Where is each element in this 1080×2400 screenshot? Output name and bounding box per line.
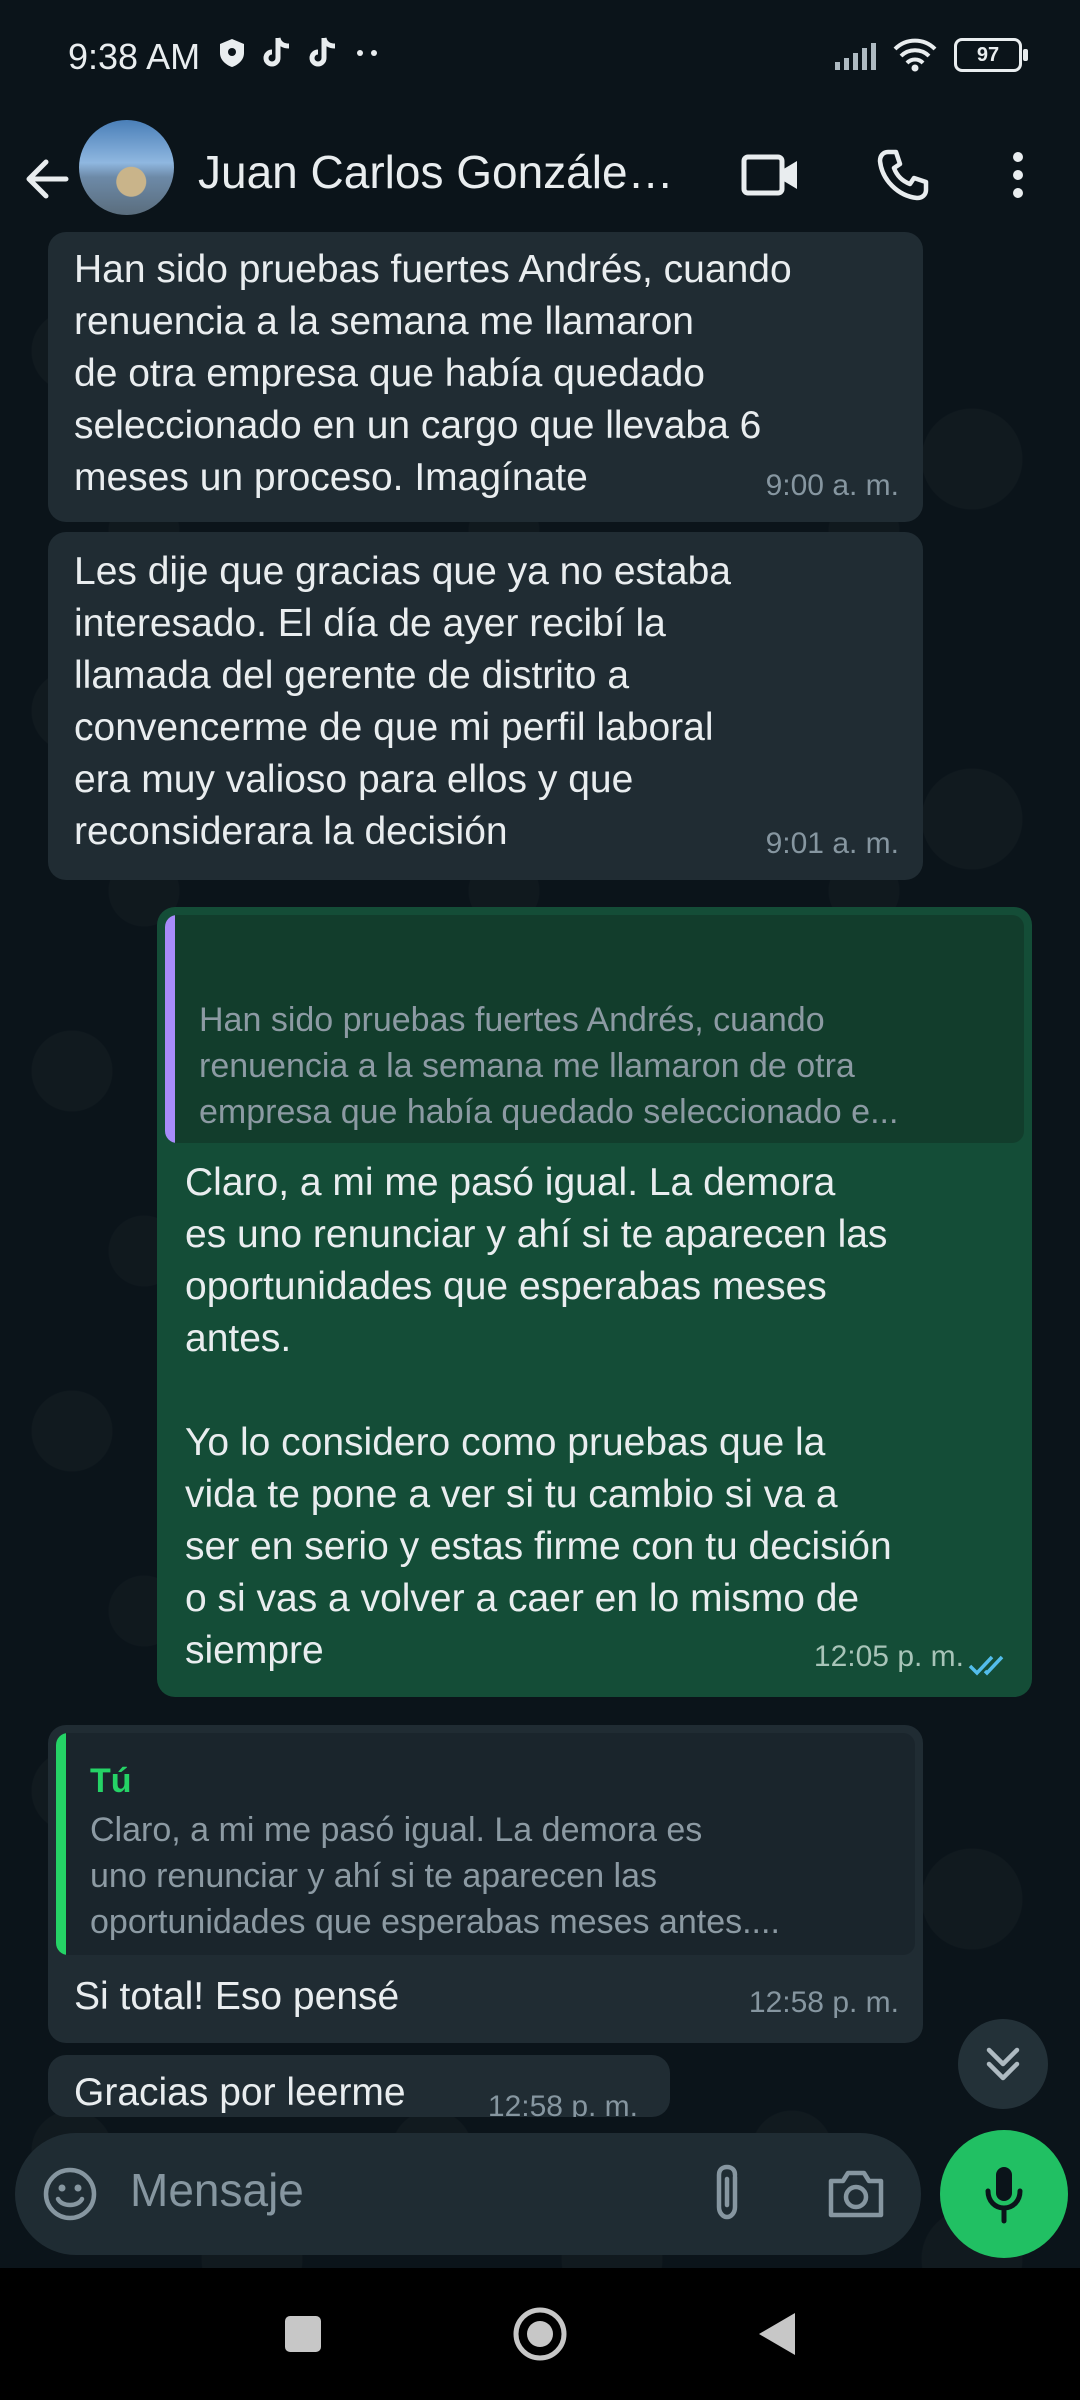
status-bar: 9:38 AM 97: [0, 0, 1080, 118]
more-options-button[interactable]: [983, 140, 1053, 210]
avatar[interactable]: [79, 120, 174, 215]
message-time: 12:58 p. m.: [487, 2090, 638, 2117]
battery-icon: 97: [954, 38, 1028, 72]
message-bubble-incoming[interactable]: Gracias por leerme 12:58 p. m.: [48, 2055, 670, 2117]
tiktok-icon: [309, 37, 336, 67]
wifi-icon: [893, 38, 937, 72]
message-bubble-incoming[interactable]: Les dije que gracias que ya no estaba in…: [48, 532, 923, 880]
quoted-message[interactable]: Han sido pruebas fuertes Andrés, cuando …: [165, 915, 1024, 1143]
notification-icons: [218, 36, 382, 70]
double-chevron-down-icon: [986, 2047, 1020, 2081]
quoted-text: Claro, a mi me pasó igual. La demora es …: [90, 1811, 780, 1941]
shield-icon: [220, 39, 244, 67]
contact-name[interactable]: Juan Carlos Gonzále…: [198, 145, 698, 199]
back-arrow-icon: [26, 159, 69, 199]
read-receipt-icon: [968, 1655, 1004, 1676]
home-button[interactable]: [480, 2268, 600, 2400]
message-input-bar[interactable]: Mensaje: [15, 2133, 921, 2255]
back-triangle-icon: [759, 2313, 795, 2355]
attach-icon[interactable]: [705, 2163, 749, 2225]
message-bubble-incoming[interactable]: Tú Claro, a mi me pasó igual. La demora …: [48, 1725, 923, 2043]
message-text: Claro, a mi me pasó igual. La demora es …: [185, 1161, 892, 1672]
more-vert-icon: [1013, 152, 1023, 198]
system-indicators: 97: [835, 38, 1028, 72]
more-dots-icon: [357, 50, 377, 56]
message-bubble-outgoing[interactable]: Han sido pruebas fuertes Andrés, cuando …: [157, 907, 1032, 1697]
video-call-icon: [741, 154, 797, 196]
recents-button[interactable]: [243, 2268, 363, 2400]
message-time: 9:01 a. m.: [765, 827, 899, 860]
message-time: 9:00 a. m.: [765, 469, 899, 502]
quote-author: Tú: [90, 1762, 132, 1800]
mic-icon: [985, 2167, 1023, 2224]
quote-accent-bar: [165, 915, 175, 1143]
message-time: 12:58 p. m.: [748, 1986, 899, 2019]
message-bubble-incoming[interactable]: Han sido pruebas fuertes Andrés, cuando …: [48, 232, 923, 522]
scroll-to-bottom-button[interactable]: [958, 2019, 1048, 2109]
message-text: Si total! Eso pensé: [74, 1975, 400, 2018]
message-input[interactable]: Mensaje: [130, 2163, 304, 2217]
message-text: Gracias por leerme: [74, 2071, 406, 2114]
message-time: 12:05 p. m.: [813, 1640, 964, 1673]
back-button[interactable]: [16, 148, 78, 210]
camera-icon[interactable]: [827, 2167, 885, 2219]
voice-call-button[interactable]: [868, 140, 938, 210]
phone-call-icon: [877, 149, 929, 201]
tiktok-icon: [263, 37, 290, 67]
signal-icon: [835, 40, 876, 70]
message-text: Les dije que gracias que ya no estaba in…: [74, 550, 731, 853]
quoted-message[interactable]: Tú Claro, a mi me pasó igual. La demora …: [56, 1733, 915, 1955]
recents-square-icon: [285, 2316, 321, 2352]
quote-accent-bar: [56, 1733, 66, 1955]
back-nav-button[interactable]: [717, 2268, 837, 2400]
status-time: 9:38 AM: [68, 36, 201, 77]
system-nav-bar: [0, 2268, 1080, 2400]
video-call-button[interactable]: [736, 140, 806, 210]
emoji-icon[interactable]: [42, 2166, 98, 2222]
home-circle-icon: [513, 2307, 567, 2361]
quoted-text: Han sido pruebas fuertes Andrés, cuando …: [199, 1001, 899, 1131]
voice-message-button[interactable]: [940, 2130, 1068, 2258]
